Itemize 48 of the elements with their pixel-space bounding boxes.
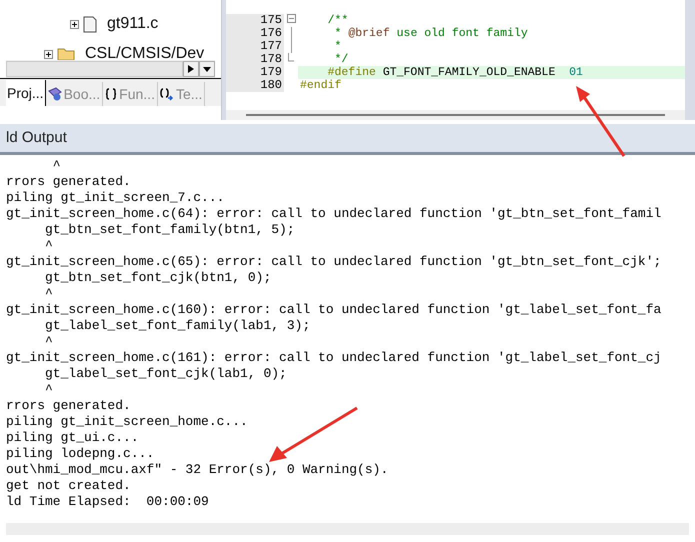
book-icon	[48, 87, 62, 101]
output-line: piling gt_init_screen_home.c...	[6, 414, 249, 430]
output-line: piling gt_init_screen_7.c...	[6, 190, 226, 206]
output-line: gt_label_set_font_cjk(lab1, 0);	[44, 366, 288, 382]
tree-item[interactable]: CSL/CMSIS/Dev	[85, 42, 204, 60]
output-line: rrors generated.	[6, 398, 132, 414]
output-line: ^	[44, 382, 54, 398]
output-line: gt_btn_set_font_cjk(btn1, 0);	[44, 270, 272, 286]
output-line: gt_init_screen_home.c(161): error: call to undeclared function 'gt_label_set_font_cj	[6, 350, 662, 366]
scroll-right-button[interactable]	[183, 61, 199, 77]
collapse-icon[interactable]	[286, 14, 296, 23]
line-number: 179	[226, 66, 284, 79]
output-line: gt_btn_set_font_family(btn1, 5);	[44, 222, 296, 238]
output-line: ld Time Elapsed: 00:00:09	[6, 494, 210, 510]
braces-icon	[105, 88, 118, 100]
right-arrow-icon	[188, 65, 194, 73]
code-line: *	[334, 40, 342, 53]
code-line: * @brief use old font family	[334, 27, 529, 40]
line-number: 176	[226, 27, 284, 40]
output-line: gt_init_screen_home.c(160): error: call to undeclared function 'gt_label_set_font_fa	[6, 302, 662, 318]
output-line: piling lodepng.c...	[6, 446, 156, 462]
template-icon	[160, 87, 174, 101]
expand-icon[interactable]	[70, 20, 79, 28]
output-line: ^	[44, 334, 54, 350]
output-line: ^	[44, 286, 54, 302]
line-number: 177	[226, 40, 284, 53]
line-number: 180	[226, 79, 284, 92]
expand-icon[interactable]	[44, 50, 53, 58]
output-line: piling gt_ui.c...	[6, 430, 140, 446]
line-number: 178	[226, 53, 284, 66]
file-icon	[83, 16, 97, 32]
output-line: gt_init_screen_home.c(65): error: call to undeclared function 'gt_btn_set_font_cjk';	[6, 254, 662, 270]
output-line: gt_label_set_font_family(lab1, 3);	[44, 318, 312, 334]
output-line: ^	[44, 238, 54, 254]
panel-title: ld Output	[0, 124, 695, 152]
code-line: */	[334, 53, 350, 66]
line-number: 175	[226, 14, 284, 27]
output-line: out\hmi_mod_mcu.axf" - 32 Error(s), 0 Warning(s).	[6, 462, 390, 478]
output-line: rrors generated.	[6, 174, 132, 190]
output-line: get not created.	[6, 478, 132, 494]
tree-item[interactable]: gt911.c	[107, 12, 158, 36]
output-line: ^	[52, 158, 62, 174]
code-line: #endif	[299, 79, 342, 92]
output-line: gt_init_screen_home.c(64): error: call to undeclared function 'gt_btn_set_font_famil	[6, 206, 662, 222]
code-line: /**	[326, 14, 350, 27]
panel-tab[interactable]: Proj...	[6, 80, 46, 106]
dropdown-button[interactable]	[199, 61, 215, 77]
caret-icon	[203, 66, 211, 72]
